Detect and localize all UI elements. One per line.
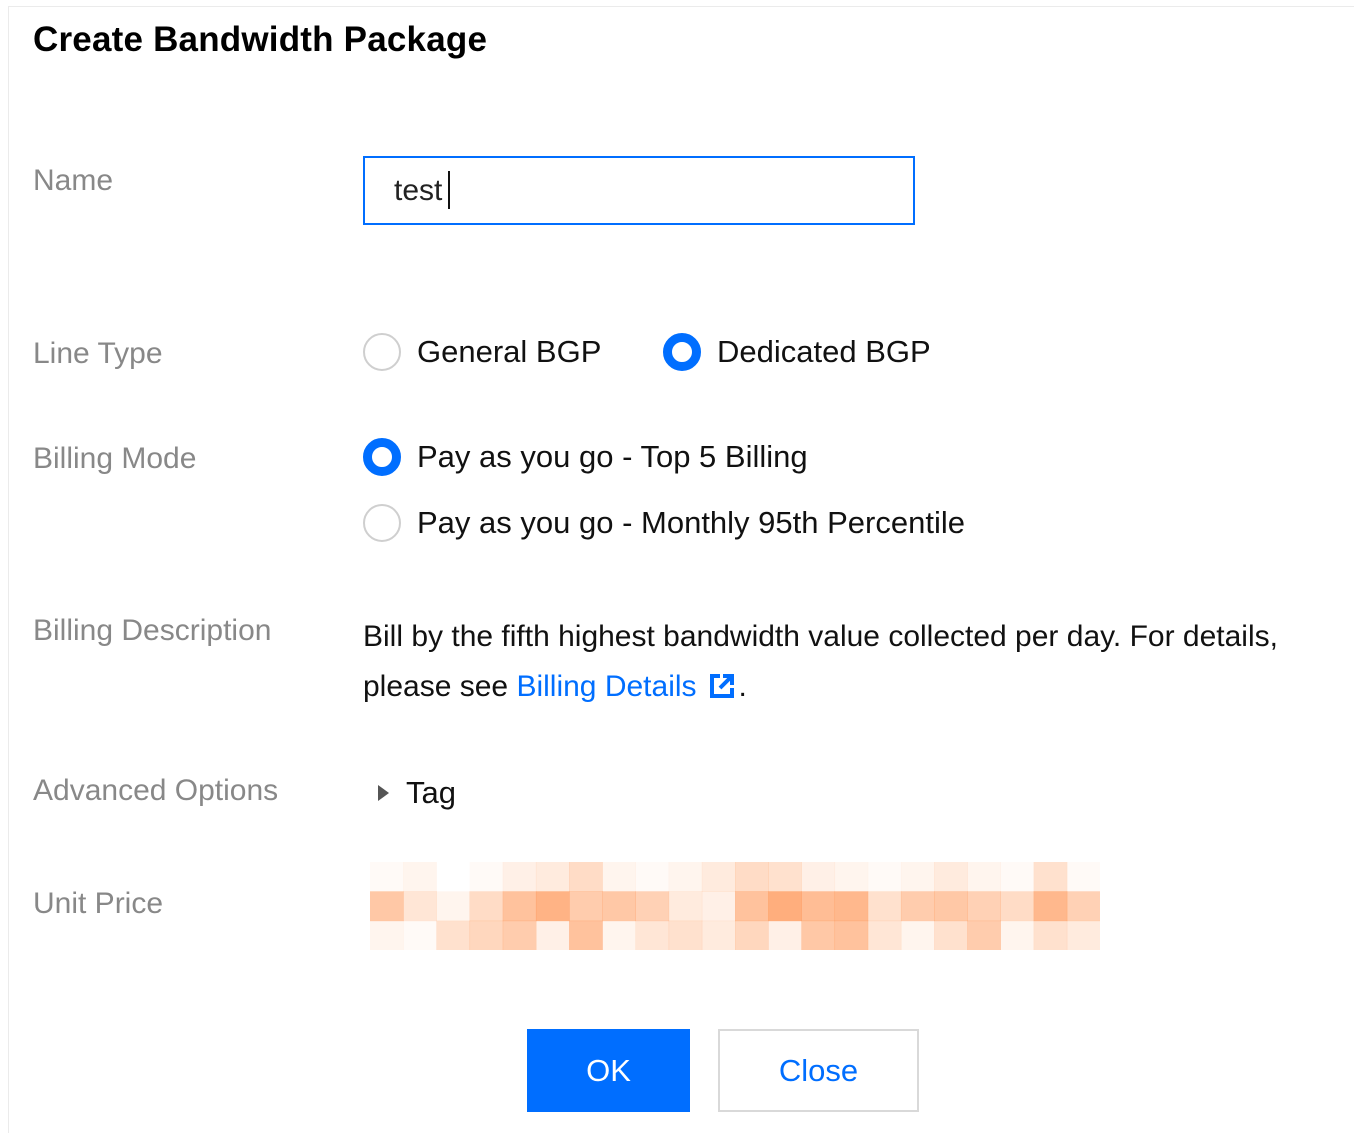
blur-pixel [569, 862, 603, 892]
blur-pixel [735, 920, 769, 950]
external-link-icon[interactable] [709, 665, 735, 715]
blur-pixel [934, 862, 968, 892]
tag-label: Tag [406, 775, 456, 810]
blur-pixel [370, 862, 404, 892]
blur-pixel [635, 862, 670, 892]
radio-label: Pay as you go - Monthly 95th Percentile [417, 505, 965, 540]
blur-pixel [735, 891, 769, 922]
blur-pixel [1066, 862, 1100, 892]
name-input[interactable] [363, 156, 915, 225]
blur-pixel [403, 891, 437, 922]
billing-description-label: Billing Description [33, 614, 272, 647]
blur-pixel [1000, 891, 1035, 922]
text-caret [448, 171, 450, 209]
blur-pixel [701, 920, 736, 950]
ok-button[interactable]: OK [527, 1029, 690, 1112]
blur-pixel [967, 862, 1001, 892]
blur-pixel [668, 862, 703, 892]
blur-pixel [900, 891, 935, 922]
blur-pixel [1000, 920, 1035, 950]
blur-pixel [602, 891, 636, 922]
blur-pixel [436, 920, 471, 950]
blur-pixel [967, 920, 1001, 950]
radio-label: Dedicated BGP [717, 334, 931, 369]
radio-checked-icon [663, 333, 701, 371]
radio-unchecked-icon [363, 333, 401, 371]
dialog-title: Create Bandwidth Package [33, 20, 488, 59]
blur-pixel [370, 891, 404, 922]
blur-pixel [701, 891, 736, 922]
billing-description-text: Bill by the fifth highest bandwidth valu… [363, 612, 1323, 715]
blur-pixel [535, 920, 570, 950]
billing-mode-95th-radio[interactable]: Pay as you go - Monthly 95th Percentile [363, 504, 965, 542]
blur-pixel [602, 862, 636, 892]
billing-details-link[interactable]: Billing Details [516, 670, 696, 703]
radio-unchecked-icon [363, 504, 401, 542]
blur-pixel [867, 862, 902, 892]
radio-checked-icon [363, 438, 401, 476]
blur-pixel [867, 920, 902, 950]
blur-pixel [900, 920, 935, 950]
blur-pixel [403, 920, 437, 950]
blur-pixel [1066, 920, 1100, 950]
unit-price-label: Unit Price [33, 887, 164, 920]
blur-pixel [768, 920, 802, 950]
blur-pixel [535, 891, 570, 922]
line-type-dedicated-bgp-radio[interactable]: Dedicated BGP [663, 333, 931, 371]
blur-pixel [801, 920, 836, 950]
blur-pixel [967, 891, 1001, 922]
billing-description-body: Bill by the fifth highest bandwidth valu… [363, 620, 1278, 703]
blur-pixel [602, 920, 636, 950]
name-label: Name [33, 164, 114, 197]
billing-mode-label: Billing Mode [33, 442, 197, 475]
tag-expand-toggle[interactable]: Tag [378, 775, 456, 811]
blur-pixel [569, 920, 603, 950]
blur-pixel [801, 891, 836, 922]
blur-pixel [701, 862, 736, 892]
radio-label: Pay as you go - Top 5 Billing [417, 439, 808, 474]
blur-pixel [735, 862, 769, 892]
blur-pixel [569, 891, 603, 922]
blur-pixel [900, 862, 935, 892]
blur-pixel [436, 891, 471, 922]
blur-pixel [768, 891, 802, 922]
blur-pixel [403, 862, 437, 892]
blur-pixel [469, 862, 504, 892]
blur-pixel [668, 891, 703, 922]
blur-pixel [1000, 862, 1035, 892]
blur-pixel [1033, 920, 1068, 950]
blur-pixel [867, 891, 902, 922]
blur-pixel [1033, 862, 1068, 892]
page: Create Bandwidth Package Name Line Type … [0, 0, 1362, 1133]
blur-pixel [635, 920, 670, 950]
blur-pixel [635, 891, 670, 922]
blur-pixel [934, 920, 968, 950]
blur-pixel [469, 891, 504, 922]
blur-pixel [834, 862, 869, 892]
blur-pixel [502, 891, 537, 922]
blur-pixel [535, 862, 570, 892]
blur-pixel [668, 920, 703, 950]
blur-pixel [834, 920, 869, 950]
blur-pixel [370, 920, 404, 950]
radio-label: General BGP [417, 334, 602, 369]
close-button[interactable]: Close [718, 1029, 919, 1112]
unit-price-blurred-value [370, 862, 1100, 950]
blur-pixel [801, 862, 836, 892]
blur-pixel [834, 891, 869, 922]
blur-pixel [502, 862, 537, 892]
line-type-general-bgp-radio[interactable]: General BGP [363, 333, 601, 371]
blur-pixel [502, 920, 537, 950]
blur-pixel [768, 862, 802, 892]
blur-pixel [1066, 891, 1100, 922]
blur-pixel [934, 891, 968, 922]
line-type-label: Line Type [33, 337, 163, 370]
blur-pixel [1033, 891, 1068, 922]
billing-mode-top5-radio[interactable]: Pay as you go - Top 5 Billing [363, 438, 808, 476]
blur-pixel [469, 920, 504, 950]
billing-description-end: . [738, 670, 747, 703]
caret-right-icon [378, 785, 389, 801]
advanced-options-label: Advanced Options [33, 774, 279, 807]
